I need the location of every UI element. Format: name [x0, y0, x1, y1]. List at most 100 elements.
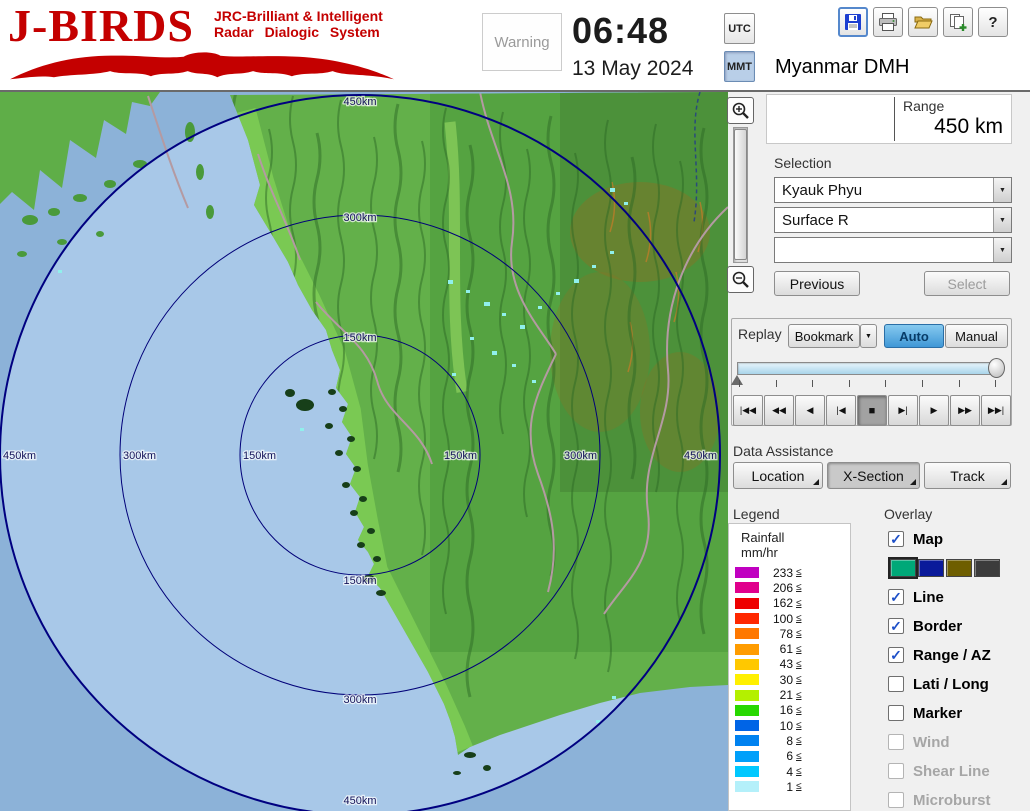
playback-button-0[interactable]: |◀◀ [733, 395, 763, 426]
checkbox-unchecked[interactable] [888, 734, 904, 750]
playback-button-6[interactable]: ▶ [919, 395, 949, 426]
checkbox-checked[interactable]: ✓ [888, 618, 904, 634]
legend-value: 30 [763, 673, 793, 687]
replay-timeline-track[interactable] [737, 362, 995, 375]
overlay-item-wind[interactable]: Wind [888, 731, 1030, 753]
track-label: Track [950, 468, 984, 484]
legend-color-swatch [735, 582, 759, 593]
playback-button-5[interactable]: ▶| [888, 395, 918, 426]
chevron-down-icon[interactable]: ▼ [993, 238, 1011, 262]
open-file-button[interactable] [908, 7, 938, 37]
checkbox-checked[interactable]: ✓ [888, 647, 904, 663]
map-color-swatch[interactable] [974, 559, 1000, 577]
legend-value: 10 [763, 719, 793, 733]
previous-button[interactable]: Previous [774, 271, 860, 296]
select-button[interactable]: Select [924, 271, 1010, 296]
utc-button[interactable]: UTC [724, 13, 755, 44]
legend-row: 61≤ [735, 641, 847, 656]
track-button[interactable]: Track [924, 462, 1011, 489]
legend-value: 61 [763, 642, 793, 656]
timeline-tick [776, 380, 777, 387]
extra-selector[interactable]: ▼ [774, 237, 1012, 263]
legend-row: 6≤ [735, 749, 847, 764]
zoom-slider[interactable] [733, 127, 748, 263]
chevron-down-icon[interactable]: ▼ [993, 208, 1011, 232]
legend-color-swatch [735, 751, 759, 762]
logo-subtitle: JRC-Brilliant & Intelligent Radar Dialog… [214, 8, 383, 40]
legend-color-swatch [735, 567, 759, 578]
range-value: 450 km [934, 115, 1003, 139]
warning-indicator: Warning [482, 13, 562, 71]
zoom-in-icon [731, 101, 751, 121]
site-selector[interactable]: Kyauk Phyu ▼ [774, 177, 1012, 203]
legend-lte-symbol: ≤ [796, 613, 802, 624]
legend-lte-symbol: ≤ [796, 628, 802, 639]
bookmark-dropdown-button[interactable]: ▼ [860, 324, 877, 348]
playback-button-1[interactable]: ◀◀ [764, 395, 794, 426]
checkbox-unchecked[interactable] [888, 705, 904, 721]
timeline-tick [959, 380, 960, 387]
overlay-item-border[interactable]: ✓Border [888, 615, 1030, 637]
open-folder-icon [913, 12, 933, 32]
checkbox-checked[interactable]: ✓ [888, 589, 904, 605]
legend-row: 78≤ [735, 626, 847, 641]
checkbox-unchecked[interactable] [888, 763, 904, 779]
chevron-down-icon[interactable]: ▼ [993, 178, 1011, 202]
overlay-item-shear-line[interactable]: Shear Line [888, 760, 1030, 782]
replay-position-knob[interactable] [988, 358, 1005, 378]
legend-value: 1 [763, 780, 793, 794]
radar-map[interactable]: 450km300km150km150km300km450km450km300km… [0, 92, 728, 811]
auto-mode-button[interactable]: Auto [884, 324, 944, 348]
save-button[interactable] [838, 7, 868, 37]
timeline-tick [995, 380, 996, 387]
divider [894, 97, 895, 141]
legend-color-swatch [735, 659, 759, 670]
overlay-item-lati-long[interactable]: Lati / Long [888, 673, 1030, 695]
x-section-button[interactable]: X-Section [827, 462, 920, 489]
legend-value: 4 [763, 765, 793, 779]
print-button[interactable] [873, 7, 903, 37]
checkbox-checked[interactable]: ✓ [888, 531, 904, 547]
legend-row: 100≤ [735, 611, 847, 626]
print-icon [878, 12, 898, 32]
playback-button-2[interactable]: ◀ [795, 395, 825, 426]
save-icon [843, 12, 863, 32]
checkbox-unchecked[interactable] [888, 792, 904, 808]
product-selector[interactable]: Surface R ▼ [774, 207, 1012, 233]
map-color-swatch[interactable] [918, 559, 944, 577]
legend-value: 8 [763, 734, 793, 748]
legend-row: 10≤ [735, 718, 847, 733]
range-ring-label: 150km [444, 450, 477, 462]
legend-value: 6 [763, 749, 793, 763]
location-button[interactable]: Location [733, 462, 823, 489]
legend-lte-symbol: ≤ [796, 567, 802, 578]
mmt-button[interactable]: MMT [724, 51, 755, 82]
legend-row: 21≤ [735, 687, 847, 702]
playback-button-7[interactable]: ▶▶ [950, 395, 980, 426]
overlay-item-marker[interactable]: Marker [888, 702, 1030, 724]
overlay-item-map[interactable]: ✓Map [888, 528, 1030, 550]
zoom-out-icon [731, 270, 751, 290]
legend-label: Legend [733, 506, 780, 522]
manual-mode-button[interactable]: Manual [945, 324, 1008, 348]
checkbox-unchecked[interactable] [888, 676, 904, 692]
range-ring-label: 300km [343, 212, 376, 224]
zoom-in-button[interactable] [727, 97, 754, 124]
legend-unit: mm/hr [741, 545, 778, 560]
playback-button-4[interactable]: ■ [857, 395, 887, 426]
bookmark-button[interactable]: Bookmark [788, 324, 860, 348]
station-title: Myanmar DMH [775, 56, 909, 79]
map-color-swatch[interactable] [890, 559, 916, 577]
help-button[interactable]: ? [978, 7, 1008, 37]
playback-button-3[interactable]: |◀ [826, 395, 856, 426]
zoom-out-button[interactable] [727, 266, 754, 293]
zoom-slider-thumb[interactable] [734, 129, 747, 260]
clock-time: 06:48 [572, 10, 669, 52]
export-button[interactable] [943, 7, 973, 37]
overlay-item-range-az[interactable]: ✓Range / AZ [888, 644, 1030, 666]
overlay-item-microburst[interactable]: Microburst [888, 789, 1030, 811]
overlay-item-line[interactable]: ✓Line [888, 586, 1030, 608]
playback-button-8[interactable]: ▶▶| [981, 395, 1011, 426]
legend-lte-symbol: ≤ [796, 598, 802, 609]
map-color-swatch[interactable] [946, 559, 972, 577]
